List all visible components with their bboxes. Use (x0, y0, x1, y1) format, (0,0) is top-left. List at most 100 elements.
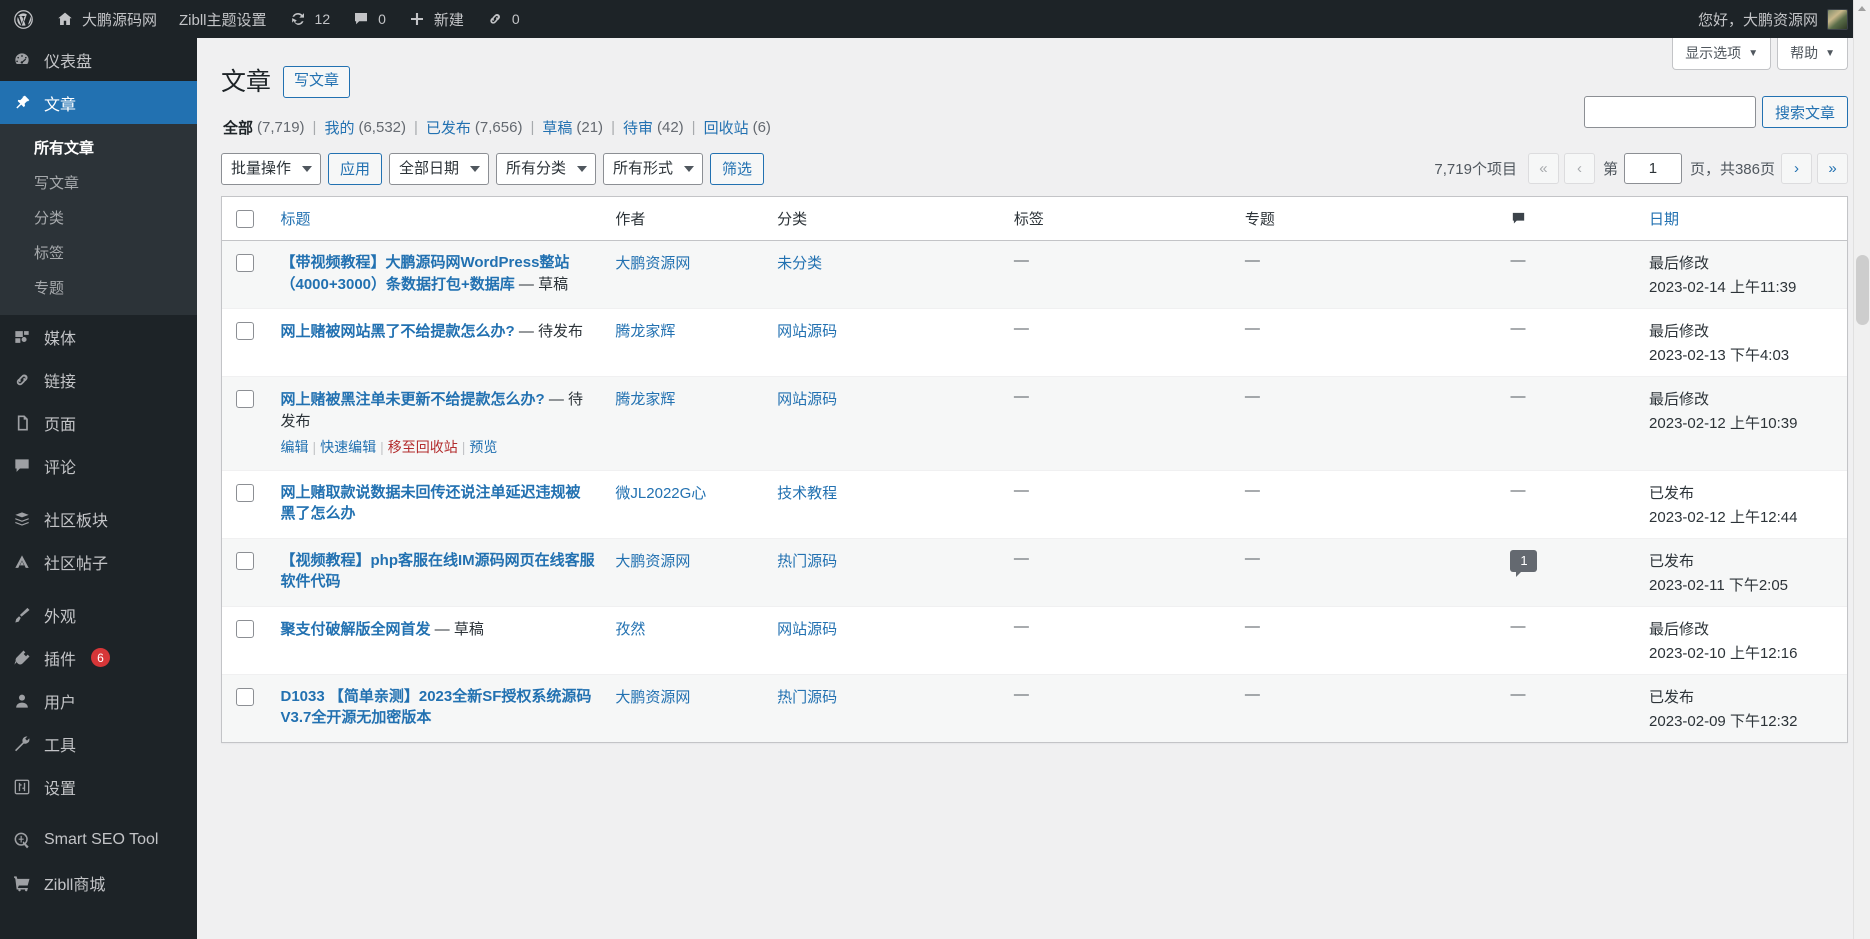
post-title-link[interactable]: 【视频教程】php客服在线IM源码网页在线客服软件代码 (281, 552, 595, 591)
post-author-link[interactable]: 大鹏资源网 (615, 689, 690, 706)
row-checkbox[interactable] (236, 552, 254, 570)
post-category-link[interactable]: 网站源码 (777, 621, 837, 638)
site-name-menu[interactable]: 大鹏源码网 (45, 0, 168, 38)
format-filter-select[interactable]: 所有形式 (603, 153, 703, 185)
post-topic-value: — (1245, 550, 1260, 567)
view-published[interactable]: 已发布 (426, 117, 471, 138)
sidebar-item-tools[interactable]: 工具 (0, 722, 197, 765)
sidebar-item-label: 仪表盘 (44, 48, 92, 72)
sidebar-item-media[interactable]: 媒体 (0, 315, 197, 358)
post-category-link[interactable]: 未分类 (777, 255, 822, 272)
next-page-button[interactable]: › (1781, 153, 1812, 184)
sidebar-item-users[interactable]: 用户 (0, 679, 197, 722)
view-all[interactable]: 全部 (223, 117, 253, 138)
sidebar-item-zibll-shop[interactable]: Zibll商城 (0, 861, 197, 904)
post-tags-value: — (1014, 388, 1029, 405)
sidebar-subitem-topics[interactable]: 专题 (0, 270, 197, 305)
post-category-link[interactable]: 热门源码 (777, 553, 837, 570)
row-checkbox[interactable] (236, 688, 254, 706)
sidebar-item-appearance[interactable]: 外观 (0, 593, 197, 636)
apply-bulk-action-button[interactable]: 应用 (328, 153, 382, 185)
sidebar-subitem-tags[interactable]: 标签 (0, 235, 197, 270)
post-category-link[interactable]: 热门源码 (777, 689, 837, 706)
post-title-link[interactable]: 网上赌被网站黑了不给提款怎么办? (281, 323, 515, 340)
sidebar-subitem-all-posts[interactable]: 所有文章 (0, 130, 197, 165)
view-trash[interactable]: 回收站 (704, 117, 749, 138)
sidebar-item-settings[interactable]: 设置 (0, 765, 197, 808)
row-checkbox[interactable] (236, 620, 254, 638)
post-author-link[interactable]: 腾龙家辉 (615, 391, 675, 408)
post-title-link[interactable]: 聚支付破解版全网首发 (281, 621, 431, 638)
wordpress-logo-menu[interactable] (0, 0, 45, 38)
view-mine[interactable]: 我的 (324, 117, 354, 138)
screen-options-button[interactable]: 显示选项 ▼ (1672, 38, 1771, 70)
post-author-link[interactable]: 大鹏资源网 (615, 255, 690, 272)
page-scrollbar[interactable] (1853, 0, 1870, 939)
sidebar-item-label: Zibll商城 (44, 871, 105, 895)
my-account-menu[interactable]: 您好，大鹏资源网 (1698, 9, 1870, 30)
filter-button[interactable]: 筛选 (710, 153, 764, 185)
sidebar-item-smart-seo-tool[interactable]: Smart SEO Tool (0, 818, 197, 861)
search-input[interactable] (1584, 96, 1756, 128)
current-page-input[interactable] (1624, 153, 1682, 184)
row-checkbox[interactable] (236, 322, 254, 340)
search-posts-button[interactable]: 搜索文章 (1762, 96, 1848, 128)
post-category-link[interactable]: 网站源码 (777, 391, 837, 408)
post-category-link[interactable]: 网站源码 (777, 323, 837, 340)
last-page-button[interactable]: » (1817, 153, 1848, 184)
post-category-cell: 技术教程 (767, 470, 1004, 538)
sidebar-item-links[interactable]: 链接 (0, 358, 197, 401)
sidebar-item-community-board[interactable]: 社区板块 (0, 497, 197, 540)
row-checkbox[interactable] (236, 484, 254, 502)
scrollbar-thumb[interactable] (1856, 255, 1869, 325)
theme-settings-menu[interactable]: Zibll主题设置 (168, 0, 278, 38)
sidebar-subitem-new-post[interactable]: 写文章 (0, 165, 197, 200)
post-date-label: 最后修改 (1649, 618, 1837, 639)
sort-by-title-link[interactable]: 标题 (281, 211, 311, 228)
sort-by-date-link[interactable]: 日期 (1649, 211, 1679, 228)
page-header: 文章 写文章 (221, 48, 1848, 103)
quick-edit-link[interactable]: 快速编辑 (320, 439, 376, 455)
bulk-action-select[interactable]: 批量操作 (221, 153, 321, 185)
post-author-link[interactable]: 孜然 (615, 621, 645, 638)
dashboard-icon (10, 48, 34, 72)
sidebar-item-comments[interactable]: 评论 (0, 444, 197, 487)
preview-post-link[interactable]: 预览 (469, 439, 497, 455)
new-content-menu[interactable]: 新建 (397, 0, 475, 38)
updates-menu[interactable]: 12 (278, 0, 342, 38)
help-button[interactable]: 帮助 ▼ (1777, 38, 1848, 70)
post-author-link[interactable]: 微JL2022G心 (615, 485, 706, 502)
row-checkbox[interactable] (236, 254, 254, 272)
plugin-icon (10, 646, 34, 670)
post-title-link[interactable]: 网上赌被黑注单未更新不给提款怎么办? (281, 391, 545, 408)
sidebar-item-community-post[interactable]: 社区帖子 (0, 540, 197, 583)
category-filter-select[interactable]: 所有分类 (496, 153, 596, 185)
post-title-cell: 【视频教程】php客服在线IM源码网页在线客服软件代码 (271, 538, 606, 606)
post-comment-count-bubble[interactable]: 1 (1510, 550, 1537, 572)
view-draft[interactable]: 草稿 (542, 117, 572, 138)
post-author-link[interactable]: 腾龙家辉 (615, 323, 675, 340)
prev-page-button[interactable]: ‹ (1564, 153, 1595, 184)
row-checkbox[interactable] (236, 390, 254, 408)
post-category-link[interactable]: 技术教程 (777, 485, 837, 502)
sidebar-subitem-categories[interactable]: 分类 (0, 200, 197, 235)
scrollbar-up-arrow[interactable] (1854, 0, 1870, 17)
add-new-post-button[interactable]: 写文章 (283, 66, 350, 98)
view-pending[interactable]: 待审 (623, 117, 653, 138)
comments-menu[interactable]: 0 (341, 0, 397, 38)
post-title-link[interactable]: 网上赌取款说数据未回传还说注单延迟违规被黑了怎么办 (281, 484, 581, 523)
sidebar-separator (0, 487, 197, 497)
links-menu[interactable]: 0 (475, 0, 531, 38)
sidebar-item-posts[interactable]: 文章 (0, 81, 197, 124)
first-page-button[interactable]: « (1528, 153, 1559, 184)
sidebar-item-pages[interactable]: 页面 (0, 401, 197, 444)
sidebar-item-dashboard[interactable]: 仪表盘 (0, 38, 197, 81)
post-author-link[interactable]: 大鹏资源网 (615, 553, 690, 570)
select-all-checkbox[interactable] (236, 210, 254, 228)
sidebar-item-plugins[interactable]: 插件 6 (0, 636, 197, 679)
column-header-comments (1500, 197, 1639, 241)
edit-post-link[interactable]: 编辑 (281, 439, 309, 455)
post-title-link[interactable]: D1033 【简单亲测】2023全新SF授权系统源码 V3.7全开源无加密版本 (281, 688, 592, 727)
date-filter-select[interactable]: 全部日期 (389, 153, 489, 185)
trash-post-link[interactable]: 移至回收站 (388, 439, 458, 455)
